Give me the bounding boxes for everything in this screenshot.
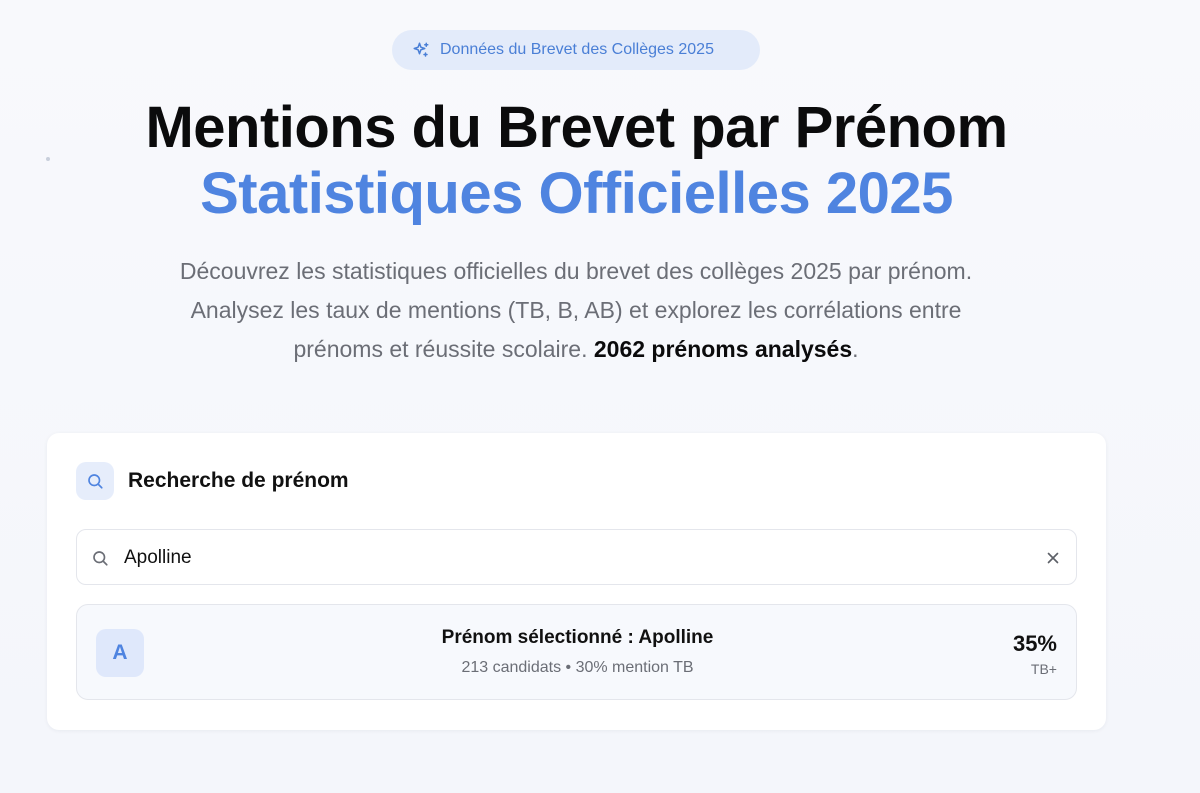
page: Données du Brevet des Collèges 2025 Ment… xyxy=(0,0,1200,793)
search-icon xyxy=(93,551,108,566)
search-icon xyxy=(76,462,114,500)
name-search-field[interactable] xyxy=(76,529,1077,585)
description-end: . xyxy=(852,336,859,362)
result-percentage: 35% xyxy=(1012,631,1057,656)
badge-label: Données du Brevet des Collèges 2025 xyxy=(440,41,714,58)
card-title: Recherche de prénom xyxy=(128,469,349,492)
page-subtitle: Statistiques Officielles 2025 xyxy=(200,161,953,226)
sparkles-icon xyxy=(413,42,429,57)
result-title: Prénom sélectionné : Apolline xyxy=(441,627,714,648)
name-search-card: Recherche de prénom A Prénom sélectionné… xyxy=(47,433,1106,730)
close-icon[interactable] xyxy=(1044,549,1062,567)
names-count: 2062 prénoms analysés xyxy=(593,336,853,362)
result-percentage-label: TB+ xyxy=(1030,661,1057,677)
name-search-input[interactable] xyxy=(124,542,1024,574)
page-title: Mentions du Brevet par Prénom xyxy=(145,95,1008,160)
page-description: Découvrez les statistiques officielles d… xyxy=(176,252,976,369)
selected-name-result[interactable]: A Prénom sélectionné : Apolline 213 cand… xyxy=(76,604,1077,700)
data-source-badge: Données du Brevet des Collèges 2025 xyxy=(392,30,760,70)
result-subtitle: 213 candidats • 30% mention TB xyxy=(461,659,694,676)
